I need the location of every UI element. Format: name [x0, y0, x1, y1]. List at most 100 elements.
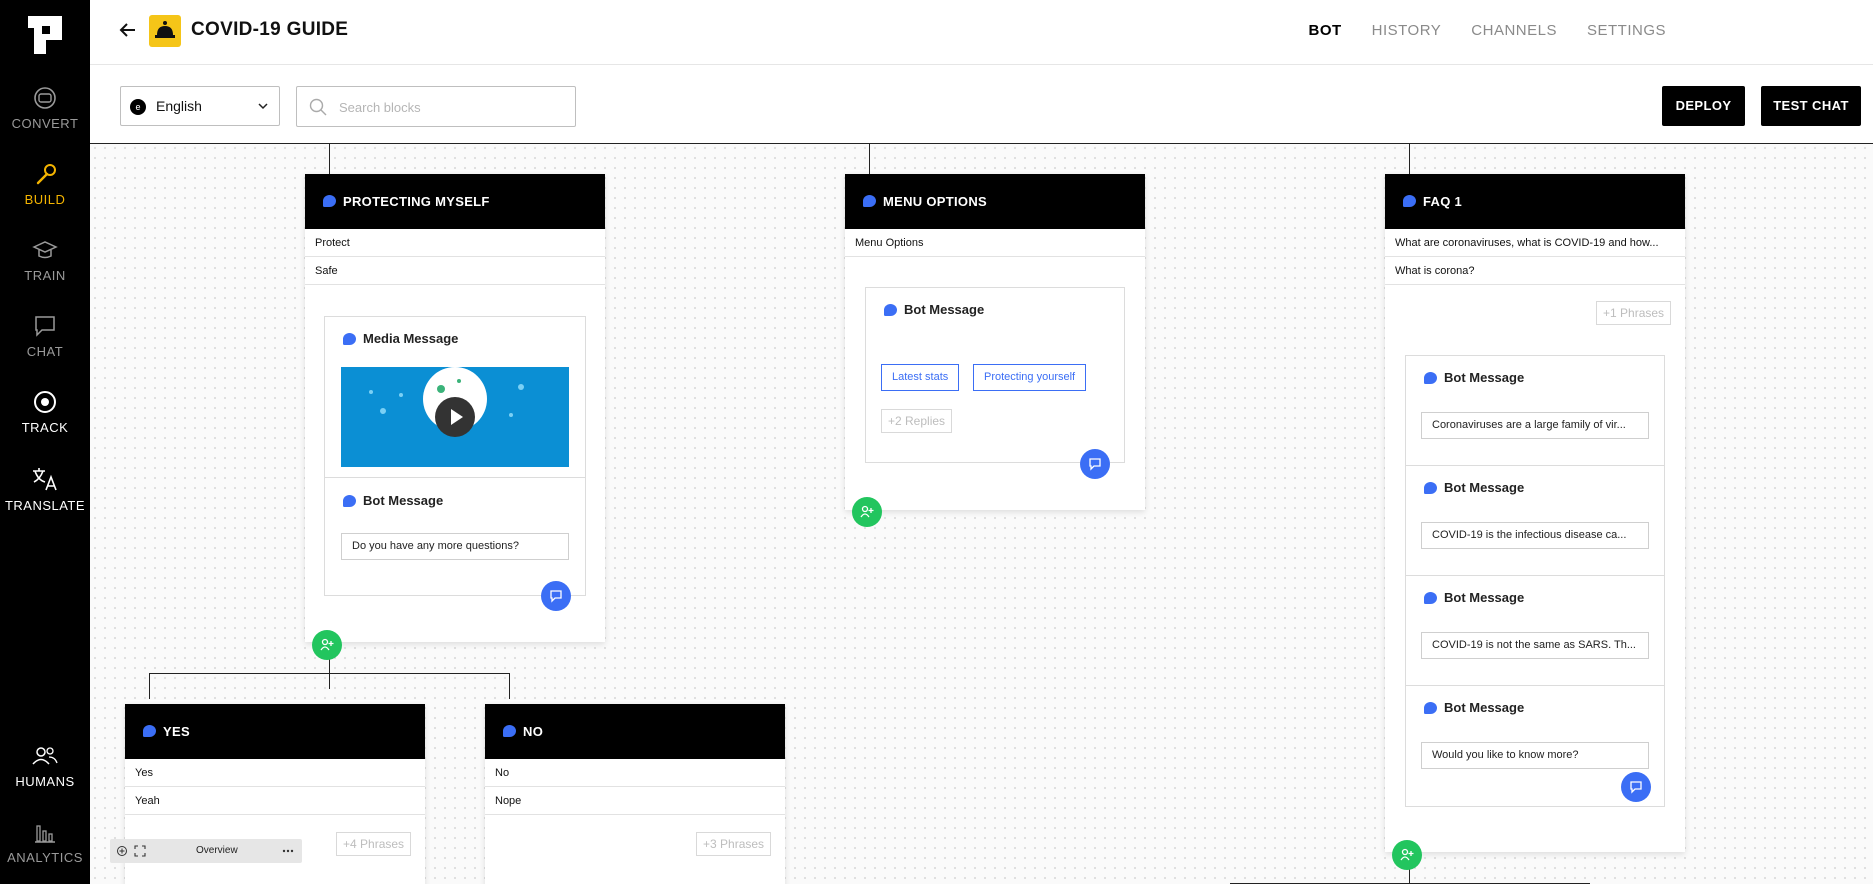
play-button[interactable] [435, 397, 475, 437]
message-card[interactable]: Bot Message Coronaviruses are a large fa… [1406, 356, 1664, 466]
bot-message-icon [1424, 372, 1437, 384]
phrase-item[interactable]: Protect [305, 229, 605, 257]
flow-block-menu-options[interactable]: MENU OPTIONS Menu Options Bot Message La… [845, 174, 1145, 510]
message-title: Bot Message [1444, 590, 1525, 605]
toolbar: e English DEPLOY TEST CHAT [90, 65, 1873, 143]
message-card-group[interactable]: Bot Message Coronaviruses are a large fa… [1405, 355, 1665, 807]
add-quick-reply-button[interactable] [541, 581, 571, 611]
sidebar-item-track[interactable]: TRACK [0, 390, 90, 435]
message-bubble-icon [1403, 195, 1416, 207]
quick-reply-icon [1630, 781, 1642, 794]
back-arrow-icon[interactable] [118, 20, 138, 40]
sidebar-item-label: TRANSLATE [4, 498, 86, 513]
more-phrases-pill[interactable]: +1 Phrases [1596, 301, 1672, 325]
message-card[interactable]: Bot Message Latest stats Protecting your… [865, 287, 1125, 463]
bot-message-icon [1424, 592, 1437, 604]
quick-reply-button[interactable]: Protecting yourself [973, 364, 1087, 391]
phrase-item[interactable]: Safe [305, 257, 605, 285]
message-title: Bot Message [363, 493, 444, 508]
sidebar-item-label: CHAT [26, 344, 64, 359]
convert-icon [34, 87, 56, 109]
more-replies-pill[interactable]: +2 Replies [881, 409, 953, 433]
robot-icon [155, 21, 175, 38]
message-card[interactable]: Bot Message COVID-19 is not the same as … [1406, 576, 1664, 686]
language-value: English [156, 98, 202, 114]
add-child-block-button[interactable] [1392, 840, 1422, 870]
media-video-thumbnail[interactable] [341, 367, 569, 467]
message-text[interactable]: COVID-19 is not the same as SARS. Th... [1421, 632, 1649, 659]
flow-block-no[interactable]: NO No Nope +3 Phrases [485, 704, 785, 884]
language-select[interactable]: e English [120, 86, 280, 126]
block-header[interactable]: PROTECTING MYSELF [305, 174, 605, 229]
phrase-item[interactable]: What are coronaviruses, what is COVID-19… [1385, 229, 1685, 257]
phrase-item[interactable]: Nope [485, 787, 785, 815]
more-phrases-pill[interactable]: +4 Phrases [336, 832, 412, 856]
tab-channels[interactable]: CHANNELS [1471, 22, 1557, 39]
add-quick-reply-button[interactable] [1080, 449, 1110, 479]
graduation-cap-icon [32, 241, 58, 259]
message-bubble-icon [323, 195, 336, 207]
connector-line [90, 143, 1873, 144]
flow-block-faq-1[interactable]: FAQ 1 What are coronaviruses, what is CO… [1385, 174, 1685, 852]
add-quick-reply-button[interactable] [1621, 772, 1651, 802]
message-text[interactable]: Would you like to know more? [1421, 742, 1649, 769]
page-title: COVID-19 GUIDE [191, 19, 349, 40]
chevron-down-icon [258, 103, 268, 110]
sidebar-item-label: CONVERT [11, 116, 79, 131]
sidebar-item-convert[interactable]: CONVERT [0, 86, 90, 131]
search-box[interactable] [296, 86, 576, 127]
add-user-icon [320, 638, 334, 651]
translate-icon [33, 468, 57, 491]
sidebar-item-humans[interactable]: HUMANS [0, 744, 90, 789]
message-bubble-icon [503, 725, 516, 737]
more-options-icon[interactable] [282, 848, 294, 854]
app-logo[interactable] [28, 16, 62, 54]
block-header[interactable]: FAQ 1 [1385, 174, 1685, 229]
message-title: Bot Message [1444, 700, 1525, 715]
search-input[interactable] [339, 95, 559, 119]
block-title: MENU OPTIONS [883, 194, 987, 209]
message-card[interactable]: Bot Message COVID-19 is the infectious d… [1406, 466, 1664, 576]
message-text[interactable]: COVID-19 is the infectious disease ca... [1421, 522, 1649, 549]
message-card[interactable]: Media Message Bot Message Do you have an… [324, 316, 586, 611]
wrench-icon [36, 164, 56, 185]
block-header[interactable]: YES [125, 704, 425, 759]
block-header[interactable]: MENU OPTIONS [845, 174, 1145, 229]
block-header[interactable]: NO [485, 704, 785, 759]
sidebar-item-chat[interactable]: CHAT [0, 314, 90, 359]
quick-reply-button[interactable]: Latest stats [881, 364, 960, 391]
deploy-button[interactable]: DEPLOY [1662, 86, 1745, 126]
tab-bot[interactable]: BOT [1308, 22, 1341, 39]
phrase-item[interactable]: Menu Options [845, 229, 1145, 257]
search-icon [309, 98, 327, 116]
block-title: NO [523, 724, 544, 739]
message-text[interactable]: Do you have any more questions? [341, 533, 569, 560]
zoom-icon[interactable] [116, 845, 128, 857]
connector-line [149, 673, 510, 674]
tab-history[interactable]: HISTORY [1372, 22, 1442, 39]
sidebar-item-build[interactable]: BUILD [0, 162, 90, 207]
flow-block-protecting-myself[interactable]: PROTECTING MYSELF Protect Safe Media Mes… [305, 174, 605, 642]
test-chat-button[interactable]: TEST CHAT [1761, 86, 1861, 126]
more-phrases-pill[interactable]: +3 Phrases [696, 832, 772, 856]
phrase-item[interactable]: What is corona? [1385, 257, 1685, 285]
tab-settings[interactable]: SETTINGS [1587, 22, 1666, 39]
flow-canvas[interactable]: PROTECTING MYSELF Protect Safe Media Mes… [90, 143, 1873, 884]
phrase-item[interactable]: No [485, 759, 785, 787]
fullscreen-icon[interactable] [134, 845, 146, 857]
add-child-block-button[interactable] [312, 630, 342, 660]
sidebar-item-translate[interactable]: TRANSLATE [0, 466, 90, 513]
phrase-item[interactable]: Yes [125, 759, 425, 787]
add-user-icon [1400, 848, 1414, 861]
message-text[interactable]: Coronaviruses are a large family of vir.… [1421, 412, 1649, 439]
sidebar-item-label: HUMANS [15, 774, 75, 789]
sidebar-item-analytics[interactable]: ANALYTICS [0, 820, 90, 865]
message-card[interactable]: Bot Message Would you like to know more? [1406, 686, 1664, 806]
sidebar-item-label: BUILD [24, 192, 66, 207]
add-child-block-button[interactable] [852, 497, 882, 527]
phrase-item[interactable]: Yeah [125, 787, 425, 815]
sidebar-item-train[interactable]: TRAIN [0, 238, 90, 283]
humans-icon [32, 747, 58, 765]
sidebar-item-label: ANALYTICS [7, 850, 83, 865]
overview-label[interactable]: Overview [196, 845, 238, 856]
